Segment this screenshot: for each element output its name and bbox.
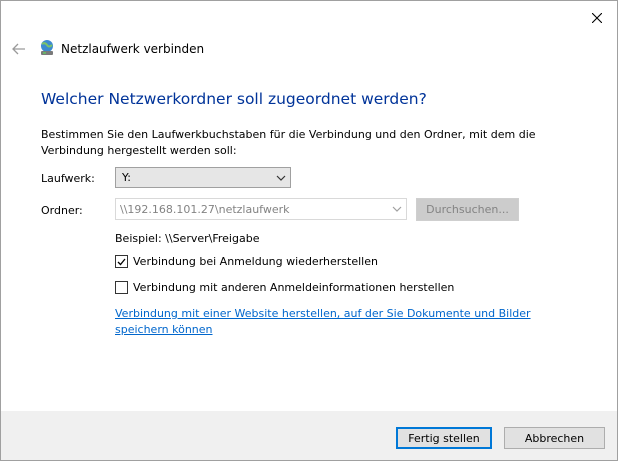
- cancel-button[interactable]: Abbrechen: [504, 427, 605, 449]
- window-title: Netzlaufwerk verbinden: [61, 42, 205, 56]
- drive-letter-value: Y:: [122, 171, 131, 184]
- checkmark-icon: [117, 258, 126, 265]
- close-icon: [592, 13, 602, 23]
- chevron-down-icon: [272, 168, 290, 187]
- credentials-label: Verbindung mit anderen Anmeldeinformatio…: [133, 281, 455, 294]
- chevron-down-icon[interactable]: [388, 199, 406, 219]
- reconnect-checkbox[interactable]: [115, 255, 128, 268]
- network-drive-icon: [41, 40, 53, 55]
- close-button[interactable]: [583, 7, 611, 29]
- back-arrow-icon: [12, 43, 25, 55]
- reconnect-label: Verbindung bei Anmeldung wiederherstelle…: [133, 255, 378, 268]
- back-button[interactable]: [9, 39, 29, 59]
- drive-label: Laufwerk:: [41, 172, 95, 185]
- instruction-text: Bestimmen Sie den Laufwerkbuchstaben für…: [41, 128, 536, 157]
- browse-button[interactable]: Durchsuchen...: [416, 198, 519, 221]
- drive-letter-dropdown[interactable]: Y:: [115, 167, 291, 188]
- reconnect-option[interactable]: Verbindung bei Anmeldung wiederherstelle…: [115, 255, 378, 268]
- dialog-window: Netzlaufwerk verbinden Welcher Netzwerko…: [0, 0, 618, 461]
- credentials-option[interactable]: Verbindung mit anderen Anmeldeinformatio…: [115, 281, 454, 294]
- folder-path-value: \\192.168.101.27\netzlaufwerk: [120, 202, 290, 216]
- credentials-checkbox[interactable]: [115, 281, 128, 294]
- finish-button[interactable]: Fertig stellen: [396, 427, 492, 449]
- folder-label: Ordner:: [41, 204, 83, 217]
- example-text: Beispiel: \\Server\Freigabe: [115, 232, 260, 245]
- page-heading: Welcher Netzwerkordner soll zugeordnet w…: [41, 90, 427, 108]
- folder-input[interactable]: \\192.168.101.27\netzlaufwerk: [115, 198, 407, 220]
- website-connect-link[interactable]: Verbindung mit einer Website herstellen,…: [115, 306, 585, 338]
